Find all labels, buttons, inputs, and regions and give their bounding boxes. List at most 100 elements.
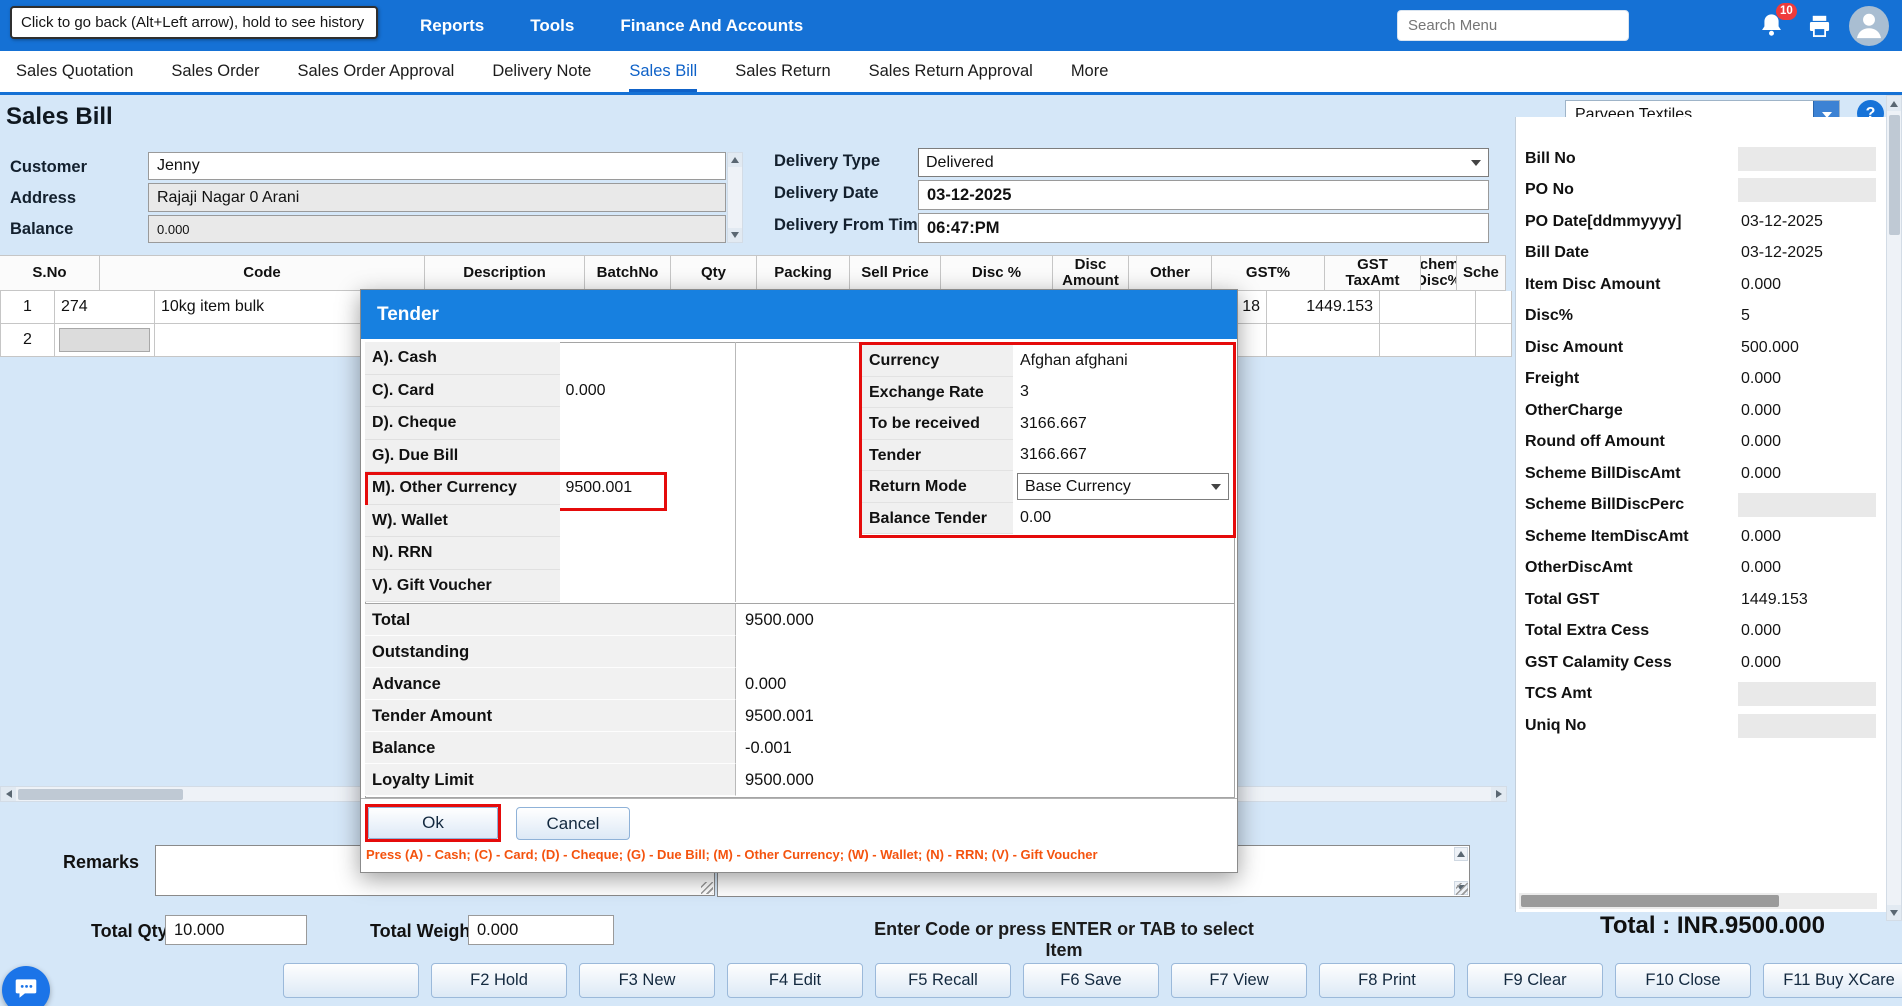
function-key-button[interactable]: F6 Save: [1023, 963, 1159, 998]
panel-hscrollbar[interactable]: [1519, 893, 1877, 909]
bill-field-value[interactable]: 0.000: [1738, 462, 1876, 486]
bill-field-value[interactable]: [1738, 682, 1876, 706]
bill-field-row: GST Calamity Cess0.000: [1516, 647, 1886, 679]
cancel-button[interactable]: Cancel: [516, 807, 630, 840]
scroll-left-arrow[interactable]: [1, 787, 16, 801]
to-be-received-value[interactable]: 3166.667: [1013, 415, 1087, 433]
function-key-button[interactable]: F11 Buy XCare: [1763, 963, 1902, 998]
chat-widget-button[interactable]: [2, 966, 50, 1006]
bill-field-value[interactable]: 1449.153: [1738, 588, 1876, 612]
bill-field-value[interactable]: [1738, 147, 1876, 171]
function-key-button[interactable]: F7 View: [1171, 963, 1307, 998]
module-tab[interactable]: Sales Order Approval: [297, 51, 454, 92]
customer-input[interactable]: Jenny: [148, 152, 726, 180]
delivery-date-input[interactable]: 03-12-2025: [918, 180, 1489, 210]
return-mode-select[interactable]: Base Currency: [1017, 473, 1229, 500]
payment-mode-amount[interactable]: 9500.001: [560, 472, 735, 505]
payment-mode-amount[interactable]: [560, 342, 735, 375]
payment-mode-amount[interactable]: 0.000: [560, 375, 735, 408]
address-input[interactable]: Rajaji Nagar 0 Arani: [148, 183, 726, 212]
scroll-up-arrow[interactable]: [728, 153, 742, 167]
dialog-button-row: Ok Cancel: [361, 798, 1237, 847]
payment-mode-amount[interactable]: [560, 537, 735, 570]
panel-hscroll-thumb[interactable]: [1521, 895, 1779, 907]
module-tab[interactable]: Sales Return: [735, 51, 830, 92]
bill-field-value[interactable]: 500.000: [1738, 336, 1876, 360]
resize-grip-icon[interactable]: [1456, 883, 1468, 895]
shortcut-hint: Press (A) - Cash; (C) - Card; (D) - Cheq…: [366, 847, 1226, 862]
balance-tender-value[interactable]: 0.00: [1013, 509, 1051, 527]
delivery-type-select[interactable]: Delivered: [918, 148, 1489, 177]
payment-mode-amount[interactable]: [560, 407, 735, 440]
module-tab[interactable]: Sales Quotation: [16, 51, 133, 92]
top-menu-item[interactable]: Tools: [530, 16, 574, 36]
cell-code[interactable]: [55, 324, 155, 357]
items-table-header-cell: GST TaxAmt: [1325, 255, 1421, 291]
payment-mode-row: D). Cheque: [365, 407, 735, 440]
function-key-button[interactable]: F3 New: [579, 963, 715, 998]
module-tab[interactable]: Sales Return Approval: [869, 51, 1033, 92]
bill-field-value[interactable]: 0.000: [1738, 399, 1876, 423]
cell-scheme-disc[interactable]: [1380, 291, 1476, 324]
resize-grip-icon[interactable]: [701, 882, 713, 894]
back-button-tooltip[interactable]: Click to go back (Alt+Left arrow), hold …: [10, 6, 378, 39]
function-key-button[interactable]: F10 Close: [1615, 963, 1751, 998]
bill-field-value[interactable]: 0.000: [1738, 273, 1876, 297]
scroll-down-arrow[interactable]: [728, 228, 742, 242]
tender-value[interactable]: 3166.667: [1013, 446, 1087, 464]
bill-field-value[interactable]: 0.000: [1738, 430, 1876, 454]
bill-field-value[interactable]: 0.000: [1738, 367, 1876, 391]
scroll-up-arrow[interactable]: [1887, 96, 1901, 111]
function-key-button[interactable]: [283, 963, 419, 998]
scroll-right-arrow[interactable]: [1491, 787, 1506, 801]
scroll-up-arrow[interactable]: [1454, 847, 1468, 861]
bill-field-value[interactable]: [1738, 714, 1876, 738]
cell-scheme-disc[interactable]: [1380, 324, 1476, 357]
module-tab[interactable]: More: [1071, 51, 1109, 92]
currency-value[interactable]: Afghan afghani: [1013, 352, 1128, 370]
top-menu-item[interactable]: Reports: [420, 16, 484, 36]
page-vscrollbar[interactable]: [1886, 95, 1902, 921]
module-tab[interactable]: Delivery Note: [492, 51, 591, 92]
exchange-rate-value[interactable]: 3: [1013, 383, 1029, 401]
bill-field-value[interactable]: 0.000: [1738, 525, 1876, 549]
function-key-button[interactable]: F2 Hold: [431, 963, 567, 998]
bill-field-value[interactable]: 03-12-2025: [1738, 241, 1876, 265]
cell-sche[interactable]: [1476, 291, 1512, 324]
module-tab[interactable]: Sales Bill: [629, 51, 697, 92]
payment-mode-amount[interactable]: [560, 505, 735, 538]
scroll-down-arrow[interactable]: [1887, 905, 1901, 920]
print-button[interactable]: [1806, 13, 1833, 40]
notifications-button[interactable]: 10: [1758, 10, 1792, 44]
delivery-time-input[interactable]: 06:47:PM: [918, 213, 1489, 243]
user-avatar[interactable]: [1849, 6, 1889, 46]
cell-code[interactable]: 274: [55, 291, 155, 324]
bill-field-value[interactable]: 0.000: [1738, 556, 1876, 580]
bill-field-value[interactable]: 0.000: [1738, 651, 1876, 675]
payment-mode-amount[interactable]: [560, 440, 735, 473]
bill-field-value[interactable]: 03-12-2025: [1738, 210, 1876, 234]
bill-field-row: Disc%5: [1516, 301, 1886, 333]
ok-button[interactable]: Ok: [368, 807, 498, 839]
tender-label: Tender: [862, 440, 1013, 472]
bill-field-value[interactable]: 0.000: [1738, 619, 1876, 643]
function-key-button[interactable]: F9 Clear: [1467, 963, 1603, 998]
bill-field-label: PO Date[ddmmyyyy]: [1525, 213, 1738, 231]
vscroll-thumb[interactable]: [1889, 115, 1900, 235]
search-input[interactable]: [1397, 10, 1629, 41]
bill-field-value[interactable]: [1738, 493, 1876, 517]
bill-field-value[interactable]: 5: [1738, 304, 1876, 328]
customer-scrollbar[interactable]: [727, 152, 743, 243]
bill-field-value[interactable]: [1738, 178, 1876, 202]
module-tab[interactable]: Sales Order: [171, 51, 259, 92]
payment-mode-amount[interactable]: [560, 570, 735, 603]
top-menu-item[interactable]: Finance And Accounts: [620, 16, 803, 36]
summary-row: Loyalty Limit9500.000: [365, 764, 1235, 796]
function-key-button[interactable]: F5 Recall: [875, 963, 1011, 998]
summary-label: Total: [365, 604, 736, 636]
cell-sche[interactable]: [1476, 324, 1512, 357]
cell-sno: 1: [0, 291, 55, 324]
function-key-button[interactable]: F8 Print: [1319, 963, 1455, 998]
function-key-button[interactable]: F4 Edit: [727, 963, 863, 998]
hscroll-thumb[interactable]: [18, 789, 183, 800]
